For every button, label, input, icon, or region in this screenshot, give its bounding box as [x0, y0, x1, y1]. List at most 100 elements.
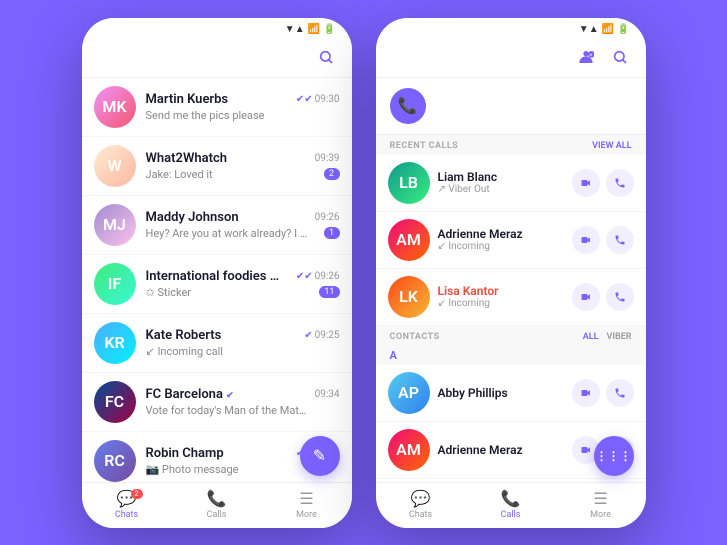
nav-chats-2[interactable]: 💬 Chats: [376, 489, 466, 520]
avatar: RC: [94, 440, 136, 482]
audio-call-btn[interactable]: [606, 226, 634, 254]
chat-preview: ↙ Incoming call: [146, 345, 223, 358]
bottom-nav-2: 💬 Chats 📞 Calls ☰ More: [376, 482, 646, 528]
video-call-btn[interactable]: [572, 226, 600, 254]
chat-time: ✔✔ 09:30: [296, 94, 340, 105]
filter-viber[interactable]: VIBER: [607, 332, 632, 342]
nav-calls-2[interactable]: 📞 Calls: [466, 489, 556, 520]
viber-out-banner[interactable]: 📞: [376, 78, 646, 135]
wifi-2: 📶: [602, 24, 614, 35]
chat-name: Kate Roberts: [146, 328, 222, 343]
view-all-btn[interactable]: VIEW ALL: [592, 141, 631, 151]
chat-time: 09:39: [315, 153, 340, 164]
contact-name: Abby Phillips: [438, 386, 572, 400]
chat-item[interactable]: MJ Maddy Johnson 09:26 Hey? Are you at w…: [82, 196, 352, 255]
video-call-btn[interactable]: [572, 283, 600, 311]
avatar: AM: [388, 429, 430, 471]
svg-text:+: +: [589, 53, 592, 58]
signal-2: ▼▲: [579, 24, 599, 35]
contacts-header: CONTACTS ALL VIBER: [376, 326, 646, 346]
nav-chats-1[interactable]: 💬 Chats 2: [82, 489, 172, 520]
chat-item[interactable]: FC FC Barcelona ✔ 09:34 Vote for today's…: [82, 373, 352, 432]
compose-fab[interactable]: ✎: [300, 436, 340, 476]
wifi-icon: 📶: [308, 24, 320, 35]
call-item[interactable]: LB Liam Blanc ↗ Viber Out: [376, 155, 646, 212]
recent-calls-header: RECENT CALLS VIEW ALL: [376, 135, 646, 155]
avatar: LK: [388, 276, 430, 318]
tick: ✔: [304, 330, 312, 341]
chat-time: 09:34: [315, 389, 340, 400]
call-type: ↙ Incoming: [438, 298, 572, 309]
badge: 1: [324, 227, 340, 239]
contact-name: Adrienne Meraz: [438, 443, 572, 457]
tick: ✔✔: [296, 271, 313, 282]
chat-item[interactable]: W What2Whatch 09:39 Jake: Loved it 2: [82, 137, 352, 196]
battery-icon: 🔋: [323, 24, 335, 35]
battery-2: 🔋: [617, 24, 629, 35]
chats-label-2: Chats: [409, 510, 432, 520]
nav-more-2[interactable]: ☰ More: [556, 489, 646, 520]
chat-name: FC Barcelona ✔: [146, 387, 234, 402]
avatar: LB: [388, 162, 430, 204]
call-actions: [572, 283, 634, 311]
contacts-label: CONTACTS: [390, 332, 440, 342]
chat-name-row: International foodies 🍜 ✔✔ 09:26: [146, 269, 340, 284]
chat-info: FC Barcelona ✔ 09:34 Vote for today's Ma…: [146, 387, 340, 417]
contact-video-btn[interactable]: [572, 379, 600, 407]
avatar: KR: [94, 322, 136, 364]
calls-fab[interactable]: ⋮⋮⋮: [594, 436, 634, 476]
chat-name: Robin Champ: [146, 446, 224, 461]
contact-info: Adrienne Meraz: [438, 443, 572, 457]
chat-time: ✔✔ 09:26: [296, 271, 340, 282]
header-icons-1: [314, 45, 338, 69]
contact-item[interactable]: AP Abby Phillips: [376, 365, 646, 422]
avatar: MJ: [94, 204, 136, 246]
chat-name: Maddy Johnson: [146, 210, 239, 225]
video-call-btn[interactable]: [572, 169, 600, 197]
chat-preview: Vote for today's Man of the Match 🏆: [146, 404, 311, 417]
header-icons-2: +: [574, 45, 632, 69]
phones-container: ▼▲ 📶 🔋 MK: [82, 18, 646, 528]
app-header-2: +: [376, 39, 646, 78]
chat-preview: ✩ Sticker: [146, 286, 192, 299]
chat-info: International foodies 🍜 ✔✔ 09:26 ✩ Stick…: [146, 269, 340, 299]
nav-calls-1[interactable]: 📞 Calls: [172, 489, 262, 520]
person-icon[interactable]: +: [574, 45, 598, 69]
chat-name: International foodies 🍜: [146, 269, 286, 284]
chat-item[interactable]: KR Kate Roberts ✔ 09:25 ↙ Incoming call: [82, 314, 352, 373]
search-icon-2[interactable]: [608, 45, 632, 69]
calls-label-1: Calls: [207, 510, 227, 520]
calls-icon-2: 📞: [501, 489, 521, 508]
chat-preview: Send me the pics please: [146, 109, 265, 122]
call-actions: [572, 226, 634, 254]
calls-icon-1: 📞: [207, 489, 227, 508]
avatar: AP: [388, 372, 430, 414]
call-name: Liam Blanc: [438, 170, 572, 184]
chat-item[interactable]: IF International foodies 🍜 ✔✔ 09:26 ✩ St…: [82, 255, 352, 314]
contact-info: Abby Phillips: [438, 386, 572, 400]
chats-label-1: Chats: [115, 510, 138, 520]
status-icons-2: ▼▲ 📶 🔋: [579, 24, 630, 35]
filter-all[interactable]: ALL: [583, 332, 599, 342]
chat-preview: Hey? Are you at work already? I have som…: [146, 227, 311, 240]
chat-list: MK Martin Kuerbs ✔✔ 09:30 Send me the pi…: [82, 78, 352, 482]
badge: 2: [324, 168, 340, 180]
app-header-1: [82, 39, 352, 78]
nav-more-1[interactable]: ☰ More: [262, 489, 352, 520]
chat-name-row: What2Whatch 09:39: [146, 151, 340, 166]
recent-calls-label: RECENT CALLS: [390, 141, 459, 151]
audio-call-btn[interactable]: [606, 283, 634, 311]
call-item[interactable]: AM Adrienne Meraz ↙ Incoming: [376, 212, 646, 269]
bottom-nav-1: 💬 Chats 2 📞 Calls ☰ More: [82, 482, 352, 528]
call-info: Lisa Kantor ↙ Incoming: [438, 284, 572, 309]
chat-item[interactable]: MK Martin Kuerbs ✔✔ 09:30 Send me the pi…: [82, 78, 352, 137]
more-icon-2: ☰: [593, 489, 607, 508]
call-item[interactable]: LK Lisa Kantor ↙ Incoming: [376, 269, 646, 326]
contact-audio-btn[interactable]: [606, 379, 634, 407]
more-icon-1: ☰: [299, 489, 313, 508]
search-icon-1[interactable]: [314, 45, 338, 69]
status-bar-2: ▼▲ 📶 🔋: [376, 18, 646, 39]
call-info: Adrienne Meraz ↙ Incoming: [438, 227, 572, 252]
audio-call-btn[interactable]: [606, 169, 634, 197]
chats-icon-2: 💬: [411, 489, 431, 508]
